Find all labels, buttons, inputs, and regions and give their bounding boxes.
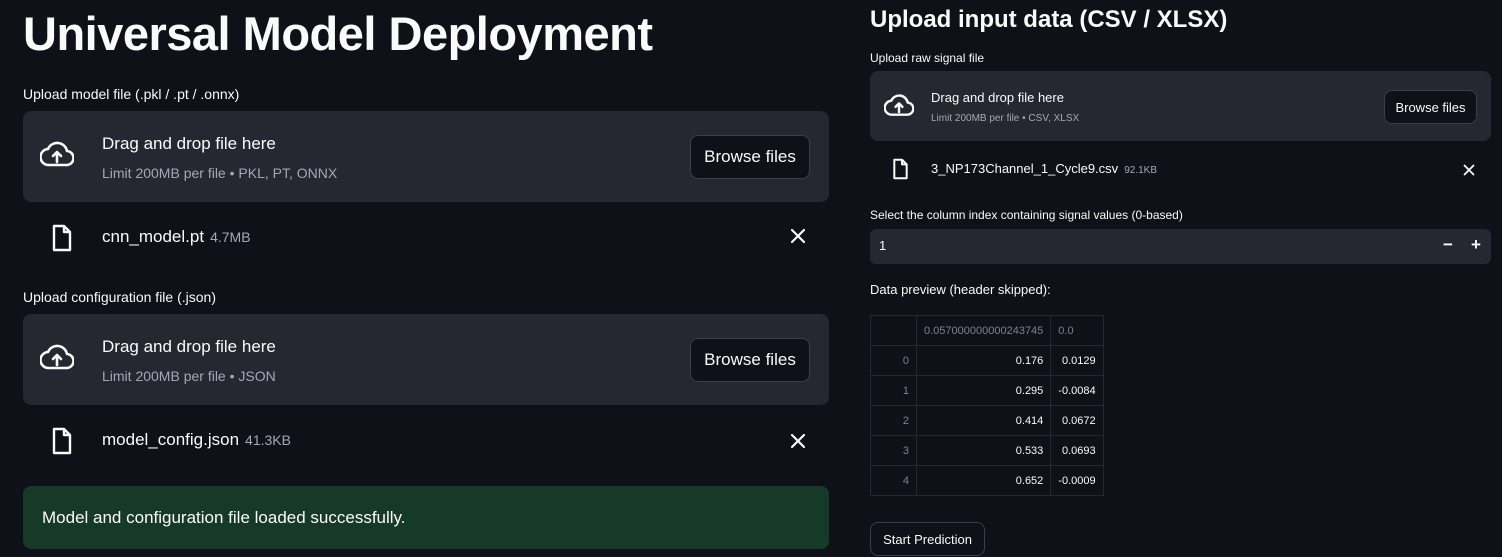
uploaded-file-row: cnn_model.pt 4.7MB [23,222,829,254]
table-cell: 0.295 [915,375,1052,406]
table-cell: 0.0693 [1050,435,1104,466]
file-size: 92.1KB [1124,165,1157,176]
file-name: cnn_model.pt 4.7MB [102,227,251,246]
increment-button[interactable]: + [1471,235,1481,255]
dropzone-title: Drag and drop file here [102,134,276,153]
table-cell: 0.0129 [1050,345,1104,376]
close-icon[interactable] [790,433,806,454]
file-size: 41.3KB [245,432,291,448]
table-row: 4 0.652 -0.0009 [870,465,1104,496]
table-row: 2 0.414 0.0672 [870,405,1104,436]
row-index: 3 [870,435,917,466]
dropzone-title: Drag and drop file here [102,337,276,356]
table-cell: 0.533 [915,435,1052,466]
table-header-cell: 0.0 [1050,315,1104,346]
table-cell: -0.0009 [1050,465,1104,496]
table-row: 0 0.176 0.0129 [870,345,1104,376]
browse-files-button[interactable]: Browse files [690,338,810,382]
table-cell: 0.176 [915,345,1052,376]
uploaded-file-row: 3_NP173Channel_1_Cycle9.csv 92.1KB [870,156,1491,182]
start-prediction-button[interactable]: Start Prediction [870,522,985,556]
table-cell: -0.0084 [1050,375,1104,406]
model-upload-label: Upload model file (.pkl / .pt / .onnx) [23,86,240,102]
uploaded-file-row: model_config.json 41.3KB [23,425,829,457]
file-icon [51,427,73,460]
page-title: Universal Model Deployment [23,7,653,60]
browse-files-button[interactable]: Browse files [690,135,810,179]
file-size: 4.7MB [210,229,251,245]
dropzone-subtitle: Limit 200MB per file • CSV, XLSX [931,113,1080,124]
table-header-cell: 0.057000000000243745 [915,315,1052,346]
table-row: 3 0.533 0.0693 [870,435,1104,466]
row-index: 1 [870,375,917,406]
table-row: 1 0.295 -0.0084 [870,375,1104,406]
cloud-upload-icon [39,343,75,378]
column-index-value[interactable]: 1 [879,238,886,253]
cloud-upload-icon [883,93,915,124]
dropzone-subtitle: Limit 200MB per file • PKL, PT, ONNX [102,165,338,181]
table-cell: 0.0672 [1050,405,1104,436]
close-icon[interactable] [1463,163,1475,181]
success-alert: Model and configuration file loaded succ… [23,486,829,549]
close-icon[interactable] [790,228,806,249]
browse-files-button[interactable]: Browse files [1384,90,1477,124]
signal-dropzone[interactable]: Drag and drop file here Limit 200MB per … [870,71,1491,141]
dropzone-title: Drag and drop file here [931,90,1064,105]
column-index-label: Select the column index containing signa… [870,208,1183,222]
file-name: 3_NP173Channel_1_Cycle9.csv 92.1KB [931,161,1157,176]
model-dropzone[interactable]: Drag and drop file here Limit 200MB per … [23,111,829,202]
data-preview-table: 0.057000000000243745 0.0 0 0.176 0.0129 … [870,315,1104,496]
cloud-upload-icon [39,140,75,175]
column-index-stepper[interactable]: 1 − + [870,229,1491,264]
file-icon [892,158,909,185]
decrement-button[interactable]: − [1443,235,1453,255]
success-message: Model and configuration file loaded succ… [42,508,406,527]
file-name: model_config.json 41.3KB [102,430,291,449]
config-dropzone[interactable]: Drag and drop file here Limit 200MB per … [23,314,829,405]
config-upload-label: Upload configuration file (.json) [23,289,216,305]
table-header-row: 0.057000000000243745 0.0 [870,315,1104,346]
row-index: 2 [870,405,917,436]
section-title: Upload input data (CSV / XLSX) [870,6,1228,33]
row-index: 0 [870,345,917,376]
dropzone-subtitle: Limit 200MB per file • JSON [102,368,276,384]
table-cell: 0.414 [915,405,1052,436]
data-preview-label: Data preview (header skipped): [870,282,1051,297]
signal-upload-label: Upload raw signal file [870,51,985,65]
table-cell: 0.652 [915,465,1052,496]
row-index: 4 [870,465,917,496]
table-header-index [870,315,917,346]
file-icon [51,224,73,257]
